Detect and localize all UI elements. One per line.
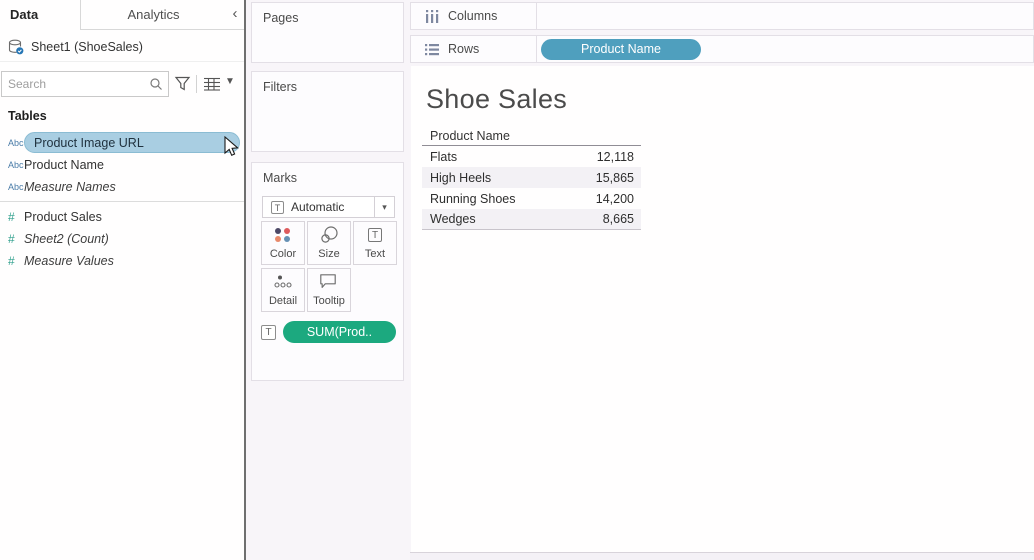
shelf-column: Pages Filters Marks T Automatic ▾ Color … bbox=[246, 0, 410, 560]
filter-icon[interactable] bbox=[174, 75, 191, 92]
field-label: Product Name bbox=[24, 158, 104, 172]
table-row[interactable]: Flats 12,118 bbox=[422, 146, 641, 167]
field-measure-names[interactable]: Abc Measure Names bbox=[0, 176, 244, 197]
toolbar-separator bbox=[196, 75, 197, 93]
tooltip-button-label: Tooltip bbox=[308, 295, 350, 307]
rows-shelf[interactable]: Rows Product Name bbox=[410, 35, 1034, 63]
size-button[interactable]: Size bbox=[307, 221, 351, 265]
sum-product-sales-pill[interactable]: SUM(Prod.. bbox=[283, 321, 396, 343]
size-circles-icon bbox=[308, 222, 350, 248]
filters-label: Filters bbox=[252, 72, 403, 94]
text-encoding-icon: T bbox=[261, 325, 276, 340]
search-input[interactable] bbox=[2, 72, 168, 96]
sheet-view: Shoe Sales Product Name Flats 12,118 Hig… bbox=[411, 66, 1034, 552]
field-sheet2-count[interactable]: # Sheet2 (Count) bbox=[0, 228, 244, 249]
tab-analytics[interactable]: Analytics bbox=[80, 0, 226, 30]
row-value[interactable]: 12,118 bbox=[553, 150, 641, 164]
color-button-label: Color bbox=[262, 248, 304, 260]
datasource-row[interactable]: Sheet1 (ShoeSales) bbox=[0, 32, 244, 62]
color-dots-icon bbox=[262, 222, 304, 248]
rows-shelf-label: Rows bbox=[448, 42, 479, 56]
abc-icon: Abc bbox=[0, 160, 24, 170]
field-label: Product Sales bbox=[24, 210, 102, 224]
field-measure-values[interactable]: # Measure Values bbox=[0, 250, 244, 271]
size-button-label: Size bbox=[308, 248, 350, 260]
worksheet-area: Columns Rows Product Name Shoe Sales Pro… bbox=[410, 0, 1034, 560]
search-icon bbox=[149, 77, 163, 91]
field-label: Product Image URL bbox=[24, 136, 144, 150]
chevron-down-icon[interactable]: ▾ bbox=[374, 197, 394, 217]
columns-shelf[interactable]: Columns bbox=[410, 2, 1034, 30]
number-icon: # bbox=[0, 232, 24, 246]
number-icon: # bbox=[0, 210, 24, 224]
field-label: Measure Values bbox=[24, 254, 114, 268]
row-value[interactable]: 14,200 bbox=[553, 192, 641, 206]
row-value[interactable]: 15,865 bbox=[553, 171, 641, 185]
abc-icon: Abc bbox=[0, 138, 24, 148]
row-label: Wedges bbox=[422, 212, 553, 226]
columns-shelf-label-zone: Columns bbox=[411, 3, 537, 29]
table-header-row[interactable]: Product Name bbox=[422, 127, 641, 146]
database-icon bbox=[8, 39, 24, 55]
abc-icon: Abc bbox=[0, 182, 24, 192]
tab-data[interactable]: Data bbox=[0, 0, 80, 30]
row-label: Flats bbox=[422, 150, 553, 164]
detail-button[interactable]: Detail bbox=[261, 268, 305, 312]
collapse-panel-button[interactable]: ‹ bbox=[226, 0, 244, 30]
table-row[interactable]: High Heels 15,865 bbox=[422, 167, 641, 188]
text-button[interactable]: T Text bbox=[353, 221, 397, 265]
data-panel: Data Analytics ‹ Sheet1 (ShoeSales) bbox=[0, 0, 246, 560]
product-name-pill[interactable]: Product Name bbox=[541, 39, 701, 60]
mark-type-dropdown[interactable]: T Automatic ▾ bbox=[262, 196, 395, 218]
number-icon: # bbox=[0, 254, 24, 268]
text-button-label: Text bbox=[354, 248, 396, 260]
columns-shelf-label: Columns bbox=[448, 9, 497, 23]
mark-type-value: Automatic bbox=[291, 200, 374, 214]
sheet-bottom-scroll-strip[interactable] bbox=[410, 552, 1034, 560]
row-label: High Heels bbox=[422, 171, 553, 185]
text-mark-icon: T bbox=[271, 201, 284, 214]
table-row[interactable]: Wedges 8,665 bbox=[422, 209, 641, 230]
marks-label: Marks bbox=[252, 163, 403, 185]
view-grid-icon[interactable] bbox=[203, 77, 221, 91]
filters-shelf[interactable]: Filters bbox=[251, 71, 404, 152]
row-value[interactable]: 8,665 bbox=[553, 212, 641, 226]
datasource-name: Sheet1 (ShoeSales) bbox=[31, 40, 143, 54]
search-box[interactable] bbox=[1, 71, 169, 97]
field-product-sales[interactable]: # Product Sales bbox=[0, 206, 244, 227]
field-label: Sheet2 (Count) bbox=[24, 232, 109, 246]
tooltip-button[interactable]: Tooltip bbox=[307, 268, 351, 312]
text-box-icon: T bbox=[354, 222, 396, 248]
sheet-title: Shoe Sales bbox=[426, 84, 567, 115]
dimension-measure-divider bbox=[0, 201, 244, 202]
tables-heading: Tables bbox=[8, 109, 47, 123]
text-table: Product Name Flats 12,118 High Heels 15,… bbox=[422, 127, 641, 230]
marks-card[interactable]: Marks T Automatic ▾ Color Size T bbox=[251, 162, 404, 381]
tooltip-bubble-icon bbox=[308, 269, 350, 295]
color-button[interactable]: Color bbox=[261, 221, 305, 265]
detail-dots-icon bbox=[262, 269, 304, 295]
field-label: Measure Names bbox=[24, 180, 116, 194]
table-header-label: Product Name bbox=[422, 129, 553, 143]
view-options-caret-icon[interactable]: ▼ bbox=[225, 76, 235, 87]
columns-icon bbox=[425, 10, 439, 23]
pages-label: Pages bbox=[252, 3, 403, 25]
rows-shelf-label-zone: Rows bbox=[411, 36, 537, 62]
table-row[interactable]: Running Shoes 14,200 bbox=[422, 188, 641, 209]
detail-button-label: Detail bbox=[262, 295, 304, 307]
rows-icon bbox=[425, 43, 439, 56]
field-product-name[interactable]: Abc Product Name bbox=[0, 154, 244, 175]
field-product-image-url[interactable]: Abc Product Image URL bbox=[0, 132, 244, 153]
field-list: Abc Product Image URL Abc Product Name A… bbox=[0, 132, 244, 271]
mouse-cursor bbox=[224, 136, 240, 158]
row-label: Running Shoes bbox=[422, 192, 553, 206]
pages-shelf[interactable]: Pages bbox=[251, 2, 404, 63]
